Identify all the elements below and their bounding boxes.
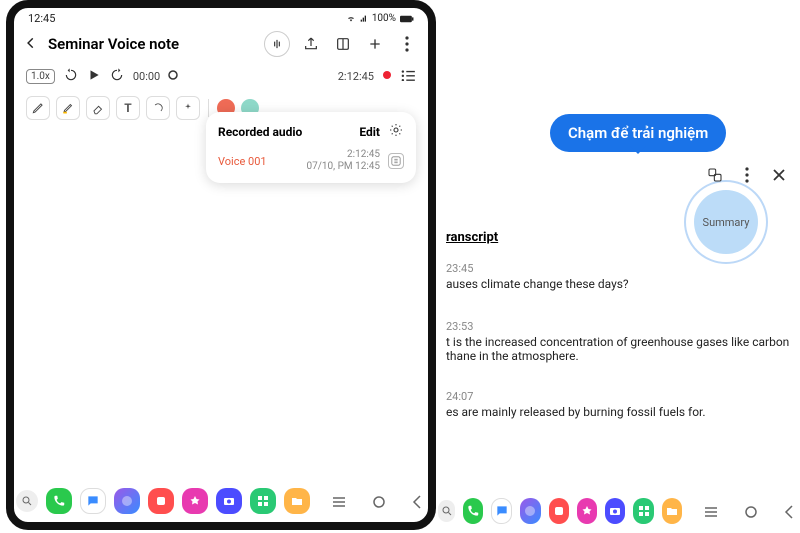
wifi-icon [346,14,356,24]
back-icon[interactable] [24,35,38,54]
audio-item[interactable]: Voice 001 2:12:45 07/10, PM 12:45 [218,149,404,173]
shape-tool[interactable] [146,96,170,120]
speed-button[interactable]: 1.0x [26,69,55,84]
record-icon[interactable] [382,70,392,83]
audio-duration: 2:12:45 [347,149,380,160]
playlist-icon[interactable] [400,69,416,84]
app-store[interactable] [633,498,653,524]
drag-handle-icon[interactable] [388,153,404,169]
app-gallery[interactable] [577,498,597,524]
timestamp: 23:53 [446,320,790,333]
nav-recent-icon[interactable] [332,494,346,508]
total-time: 2:12:45 [338,70,374,83]
eraser-tool[interactable] [86,96,110,120]
app-notes[interactable] [148,488,174,514]
transcript-entry: 24:07 es are mainly released by burning … [446,390,790,419]
elapsed-time: 00:00 [133,70,160,83]
dock-right [438,498,798,524]
right-panel: Summary ranscript 23:45 auses climate ch… [438,142,798,530]
summary-button[interactable]: Summary [684,180,768,264]
audio-controls: 1.0x 00:00 2:12:45 [14,61,428,92]
transcript-text: t is the increased concentration of gree… [446,335,789,363]
text-tool[interactable]: T [116,96,140,120]
highlighter-tool[interactable] [56,96,80,120]
app-phone[interactable] [463,498,483,524]
play-icon[interactable] [87,68,101,85]
app-phone[interactable] [46,488,72,514]
transcript-entry: 23:53 t is the increased concentration o… [446,320,790,363]
page-title: Seminar Voice note [48,35,254,53]
recorded-heading: Recorded audio [218,125,302,139]
app-notes[interactable] [549,498,569,524]
more-icon[interactable] [738,166,756,184]
recorded-audio-card: Recorded audio Edit Voice 001 2:12:45 07… [206,112,416,183]
search-icon[interactable] [438,500,455,522]
share-icon[interactable] [300,33,322,55]
title-bar: Seminar Voice note [14,27,428,61]
audio-datetime: 07/10, PM 12:45 [307,161,380,172]
close-icon[interactable] [770,166,788,184]
nav-back-icon[interactable] [784,504,798,518]
app-files[interactable] [662,498,682,524]
reader-icon[interactable] [332,33,354,55]
summary-label: Summary [703,216,750,229]
transcript-text: es are mainly released by burning fossil… [446,405,706,419]
edit-button[interactable]: Edit [359,125,380,139]
device-frame-left: 12:45 100% Seminar Voice note 1.0x 00:00… [6,0,436,530]
nav-home-icon[interactable] [372,494,386,508]
nav-recent-icon[interactable] [704,504,718,518]
tooltip-bubble[interactable]: Chạm để trải nghiệm [550,114,726,152]
transcript-entry: 23:45 auses climate change these days? [446,262,790,291]
app-messages[interactable] [491,498,512,524]
search-icon[interactable] [16,490,38,512]
nav-home-icon[interactable] [744,504,758,518]
battery-text: 100% [372,13,396,24]
timestamp: 24:07 [446,390,790,403]
translate-icon[interactable] [706,166,724,184]
app-store[interactable] [250,488,276,514]
app-messages[interactable] [80,488,106,514]
waveform-button[interactable] [264,31,290,57]
battery-icon [400,14,414,24]
app-camera[interactable] [216,488,242,514]
add-icon[interactable] [364,33,386,55]
dock-left [14,488,428,514]
status-icons: 100% [346,13,414,24]
signal-icon [360,14,368,24]
app-browser[interactable] [114,488,140,514]
audio-name: Voice 001 [218,155,299,168]
app-browser[interactable] [520,498,540,524]
tab-transcript[interactable]: ranscript [446,230,498,245]
transcript-text: auses climate change these days? [446,277,629,291]
more-icon[interactable] [396,33,418,55]
status-bar: 12:45 100% [14,8,428,27]
forward-icon[interactable] [109,67,125,86]
app-files[interactable] [284,488,310,514]
playhead-icon[interactable] [168,70,178,83]
gear-icon[interactable] [388,122,404,141]
app-gallery[interactable] [182,488,208,514]
rewind-icon[interactable] [63,67,79,86]
sparkle-tool[interactable] [176,96,200,120]
app-camera[interactable] [605,498,625,524]
pen-tool[interactable] [26,96,50,120]
clock: 12:45 [28,12,55,25]
nav-back-icon[interactable] [412,494,426,508]
timestamp: 23:45 [446,262,790,275]
